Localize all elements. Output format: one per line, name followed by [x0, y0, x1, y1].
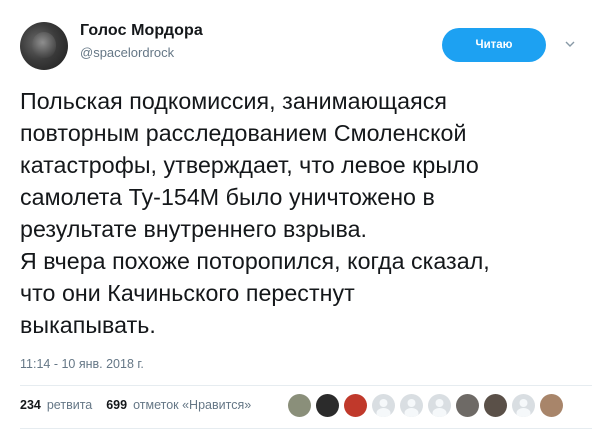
user-avatar-icon[interactable] [540, 394, 563, 417]
likes-count[interactable]: 699 [106, 398, 127, 412]
divider [20, 385, 592, 386]
user-avatar-icon[interactable] [512, 394, 535, 417]
user-avatar-icon[interactable] [484, 394, 507, 417]
user-avatar-icon[interactable] [456, 394, 479, 417]
user-avatar-icon[interactable] [400, 394, 423, 417]
author-display-name[interactable]: Голос Мордора [80, 22, 203, 40]
tweet-text: Польская подкомиссия, занимающаяся повто… [20, 88, 490, 338]
user-avatar-icon[interactable] [288, 394, 311, 417]
author-handle[interactable]: @spacelordrock [80, 45, 174, 60]
user-avatar-icon[interactable] [428, 394, 451, 417]
likes-label[interactable]: отметок «Нравится» [133, 398, 251, 412]
avatar-image [32, 32, 56, 58]
user-avatar-icon[interactable] [372, 394, 395, 417]
divider [20, 428, 592, 429]
retweets-label[interactable]: ретвита [47, 398, 92, 412]
user-avatar-icon[interactable] [344, 394, 367, 417]
user-avatar-icon[interactable] [316, 394, 339, 417]
follow-button[interactable]: Читаю [442, 28, 546, 62]
liker-avatars [288, 394, 568, 417]
tweet-timestamp[interactable]: 11:14 - 10 янв. 2018 г. [20, 357, 144, 371]
author-avatar[interactable] [20, 22, 68, 70]
chevron-down-icon[interactable] [564, 38, 576, 50]
retweets-count[interactable]: 234 [20, 398, 41, 412]
tweet-stats: 234 ретвита 699 отметок «Нравится» [20, 398, 265, 412]
